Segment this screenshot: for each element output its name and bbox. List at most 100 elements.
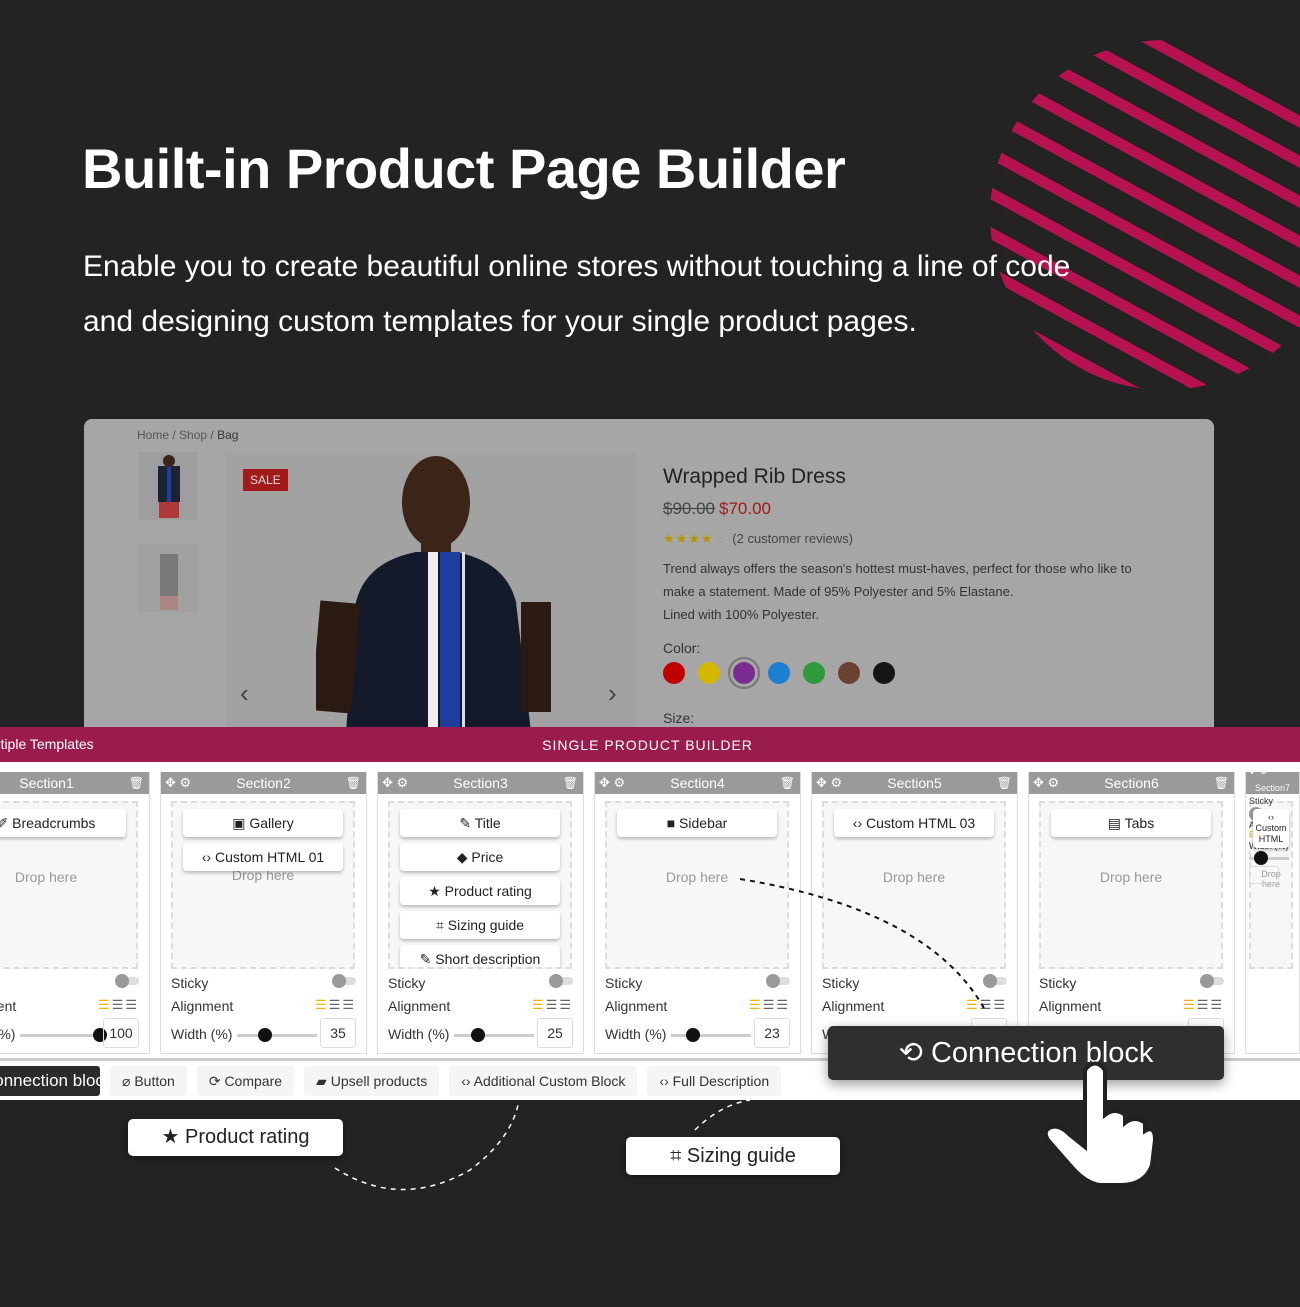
- tool-label: Full Description: [672, 1073, 770, 1089]
- sticky-toggle[interactable]: [983, 974, 1007, 988]
- review-count-link[interactable]: (2 customer reviews): [732, 531, 853, 546]
- builder-block[interactable]: ✐ Breadcrumbs: [0, 809, 126, 837]
- alignment-buttons[interactable]: ☰☰☰: [966, 997, 1007, 1013]
- drop-zone[interactable]: ‹› Custom HTML Drop here: [1249, 801, 1293, 969]
- move-icon[interactable]: ✥ ⚙: [165, 772, 191, 794]
- alignment-buttons[interactable]: ☰☰☰: [1183, 997, 1224, 1013]
- move-icon[interactable]: ✥ ⚙: [816, 772, 842, 794]
- toolbar-block-compare[interactable]: ⟳ Compare: [196, 1066, 295, 1096]
- builder-block[interactable]: ⌗ Sizing guide: [400, 911, 560, 939]
- width-input[interactable]: 100: [103, 1018, 139, 1048]
- color-label: Color:: [663, 640, 701, 656]
- move-icon[interactable]: ✥ ⚙: [599, 772, 625, 794]
- builder-block[interactable]: ★ Product rating: [400, 877, 560, 905]
- trash-icon[interactable]: 🗑: [780, 772, 795, 794]
- builder-block[interactable]: ◆ Price: [400, 843, 560, 871]
- alignment-buttons[interactable]: ☰☰☰: [749, 997, 790, 1013]
- drop-zone[interactable]: ▤ Tabs Drop here: [1039, 801, 1223, 969]
- toolbar-block-upsell-products[interactable]: ▰ Upsell products: [304, 1066, 440, 1096]
- sticky-toggle[interactable]: [115, 974, 139, 988]
- width-slider[interactable]: [1249, 851, 1289, 865]
- width-input[interactable]: 35: [320, 1018, 356, 1048]
- section-header[interactable]: ✥ ⚙ Section6 🗑: [1029, 772, 1234, 794]
- width-input[interactable]: 25: [537, 1018, 573, 1048]
- section-name: Section6: [1104, 775, 1159, 791]
- builder-block[interactable]: ‹› Custom HTML: [1253, 809, 1289, 848]
- alignment-buttons[interactable]: ☰☰☰: [98, 997, 139, 1013]
- color-swatch[interactable]: [768, 662, 790, 684]
- builder-block[interactable]: ■ Sidebar: [617, 809, 777, 837]
- section-header[interactable]: ✥ ⚙ Section2 🗑: [161, 772, 366, 794]
- color-swatch[interactable]: [728, 657, 760, 689]
- toolbar-block-connection-block[interactable]: Connection block: [0, 1066, 112, 1096]
- prev-image-arrow-icon[interactable]: ‹: [240, 678, 249, 709]
- sticky-toggle[interactable]: [766, 974, 790, 988]
- drop-zone[interactable]: ▣ Gallery ‹› Custom HTML 01 Drop here: [171, 801, 355, 969]
- width-slider[interactable]: [237, 1028, 317, 1042]
- block-icon: ‹›: [461, 1073, 471, 1089]
- floating-sizing-guide-block[interactable]: ⌗ Sizing guide: [626, 1137, 840, 1175]
- color-swatch[interactable]: [803, 662, 825, 684]
- block-icon: ⌀: [122, 1073, 131, 1089]
- drop-zone[interactable]: ✎ Title ◆ Price ★ Product rating ⌗ Sizing g…: [388, 801, 572, 969]
- builder-section: ✥ ⚙ Section5 🗑 ‹› Custom HTML 03 Drop here …: [811, 772, 1018, 1054]
- trash-icon[interactable]: 🗑: [346, 772, 361, 794]
- block-icon: ✐: [0, 815, 8, 831]
- section-header[interactable]: ✥ ⚙ Section5 🗑: [812, 772, 1017, 794]
- alignment-buttons[interactable]: ☰☰☰: [532, 997, 573, 1013]
- move-icon[interactable]: ✥ ⚙: [382, 772, 408, 794]
- builder-block[interactable]: ✎ Short description: [400, 945, 560, 967]
- width-slider[interactable]: [454, 1028, 534, 1042]
- block-icon: ‹›: [852, 815, 863, 831]
- color-swatch[interactable]: [698, 662, 720, 684]
- sticky-toggle[interactable]: [549, 974, 573, 988]
- builder-block[interactable]: ✎ Title: [400, 809, 560, 837]
- next-image-arrow-icon[interactable]: ›: [608, 678, 617, 709]
- drop-zone[interactable]: ■ Sidebar Drop here: [605, 801, 789, 969]
- toolbar-block-additional-custom-block[interactable]: ‹› Additional Custom Block: [449, 1066, 638, 1096]
- move-icon[interactable]: ✥ ⚙: [1248, 761, 1268, 783]
- section-header[interactable]: ✥ ⚙ Section4 🗑: [595, 772, 800, 794]
- crumb-shop[interactable]: Shop: [179, 428, 207, 442]
- gallery-thumbnail[interactable]: [138, 452, 198, 520]
- drop-zone[interactable]: ‹› Custom HTML 03 Drop here: [822, 801, 1006, 969]
- width-input[interactable]: [1249, 866, 1279, 884]
- drop-zone[interactable]: ✐ Breadcrumbs Drop here: [0, 801, 138, 969]
- builder-block[interactable]: ▤ Tabs: [1051, 809, 1211, 837]
- align-right-icon: ☰: [559, 997, 573, 1012]
- section-header[interactable]: ✥ ⚙Section1🗑: [0, 772, 149, 794]
- section-header[interactable]: ✥ ⚙Section7🗑: [1246, 766, 1299, 794]
- sticky-toggle[interactable]: [332, 974, 356, 988]
- star-rating-icon: ★★★★☆: [663, 531, 727, 546]
- section-header[interactable]: ✥ ⚙ Section3 🗑: [378, 772, 583, 794]
- builder-block[interactable]: ‹› Custom HTML 01: [183, 843, 343, 871]
- block-icon: ‹›: [201, 849, 212, 865]
- connection-block-button[interactable]: ⟲ Connection block: [828, 1026, 1224, 1080]
- align-right-icon: ☰: [776, 997, 790, 1012]
- toolbar-block-full-description[interactable]: ‹› Full Description: [647, 1066, 782, 1096]
- alignment-buttons[interactable]: ☰☰☰: [315, 997, 356, 1013]
- trash-icon[interactable]: 🗑: [1214, 772, 1229, 794]
- color-swatch[interactable]: [663, 662, 685, 684]
- crumb-home[interactable]: Home: [137, 428, 169, 442]
- width-slider[interactable]: [20, 1028, 107, 1042]
- width-input[interactable]: 23: [754, 1018, 790, 1048]
- builder-block[interactable]: ▣ Gallery: [183, 809, 343, 837]
- drop-here-text: Drop here: [1099, 869, 1163, 885]
- width-slider[interactable]: [671, 1028, 751, 1042]
- gallery-thumbnail[interactable]: [138, 544, 198, 612]
- color-swatch[interactable]: [838, 662, 860, 684]
- block-icon: ▰: [316, 1073, 327, 1089]
- color-swatch[interactable]: [873, 662, 895, 684]
- move-icon[interactable]: ✥ ⚙: [1033, 772, 1059, 794]
- floating-product-rating-block[interactable]: ★ Product rating: [128, 1119, 343, 1156]
- builder-block[interactable]: ‹› Custom HTML 03: [834, 809, 994, 837]
- trash-icon[interactable]: 🗑: [129, 772, 144, 794]
- align-left-icon: ☰: [966, 997, 980, 1012]
- toolbar-block-button[interactable]: ⌀ Button: [110, 1066, 187, 1096]
- trash-icon[interactable]: 🗑: [563, 772, 578, 794]
- sticky-toggle[interactable]: [1200, 974, 1224, 988]
- section-name: Section1: [19, 775, 74, 791]
- align-right-icon: ☰: [342, 997, 356, 1012]
- trash-icon[interactable]: 🗑: [997, 772, 1012, 794]
